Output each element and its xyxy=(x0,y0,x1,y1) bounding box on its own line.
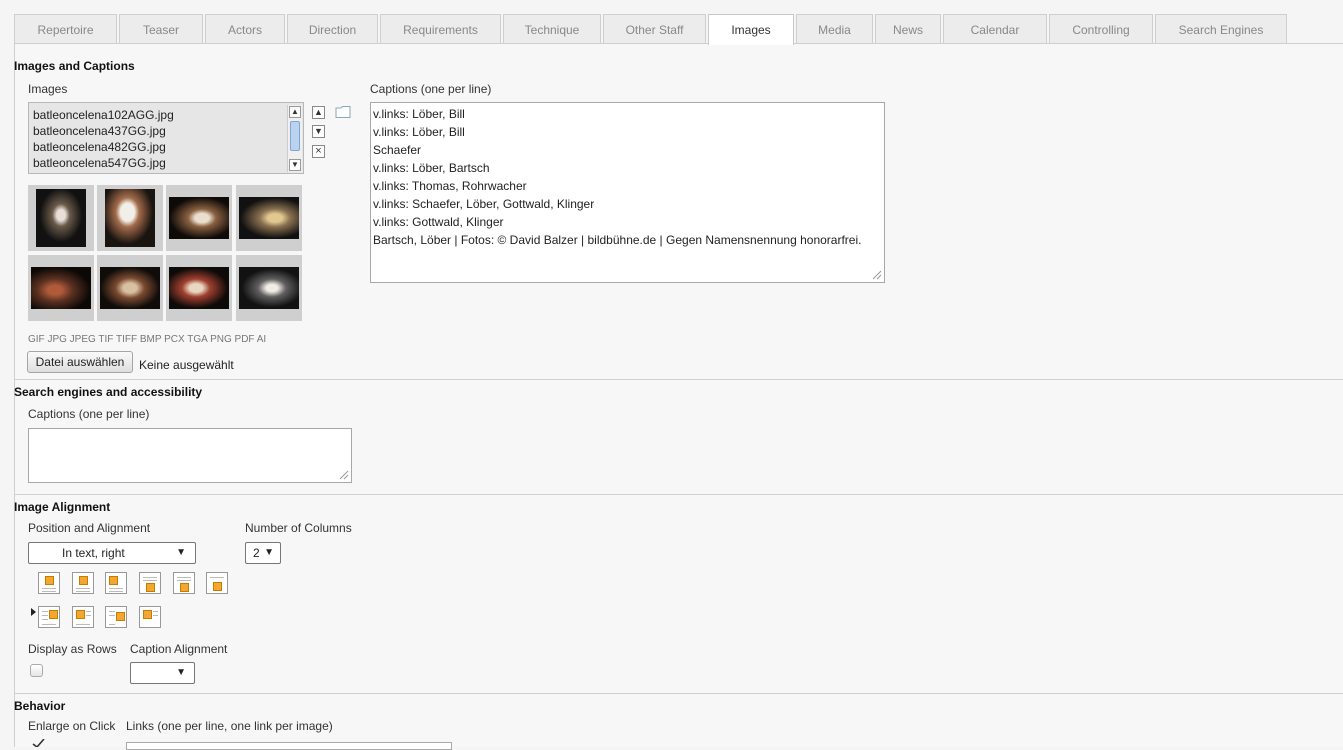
image-thumbnail[interactable] xyxy=(28,185,94,251)
image-thumbnail[interactable] xyxy=(236,255,302,321)
align-intext-right-icon[interactable] xyxy=(38,606,60,628)
caption-line: v.links: Löber, Bill xyxy=(373,107,465,121)
dropdown-arrow-icon: ▼ xyxy=(176,547,186,558)
resize-grip-icon[interactable] xyxy=(872,270,882,280)
scroll-down-arrow-icon[interactable]: ▼ xyxy=(289,159,301,171)
remove-icon[interactable]: × xyxy=(312,145,325,158)
display-rows-checkbox[interactable] xyxy=(30,664,43,677)
dropdown-arrow-icon: ▼ xyxy=(264,547,274,558)
supported-formats: GIF JPG JPEG TIF TIFF BMP PCX TGA PNG PD… xyxy=(28,334,267,345)
image-thumbnail[interactable] xyxy=(236,185,302,251)
enlarge-label: Enlarge on Click xyxy=(28,719,116,733)
tab-news[interactable]: News xyxy=(875,14,941,43)
align-below-left-icon[interactable] xyxy=(139,572,161,594)
tab-direction[interactable]: Direction xyxy=(287,14,378,43)
columns-select-value: 2 xyxy=(253,546,260,560)
choose-file-button[interactable]: Datei auswählen xyxy=(27,351,133,373)
section-title-alignment: Image Alignment xyxy=(14,500,111,514)
position-select-value: In text, right xyxy=(62,546,125,560)
tab-controlling[interactable]: Controlling xyxy=(1049,14,1153,43)
align-above-left-icon[interactable] xyxy=(38,572,60,594)
enlarge-checkmark-icon[interactable] xyxy=(32,739,46,747)
tab-repertoire[interactable]: Repertoire xyxy=(14,14,117,43)
scroll-up-arrow-icon[interactable]: ▲ xyxy=(289,106,301,118)
images-label: Images xyxy=(28,82,68,96)
no-file-selected: Keine ausgewählt xyxy=(139,358,234,372)
caption-line: Schaefer xyxy=(373,143,422,157)
tab-calendar[interactable]: Calendar xyxy=(943,14,1047,43)
scroll-thumb[interactable] xyxy=(290,121,300,151)
tab-other-staff[interactable]: Other Staff xyxy=(603,14,706,43)
caption-line: v.links: Gottwald, Klinger xyxy=(373,215,504,229)
caption-line: Bartsch, Löber | Fotos: © David Balzer |… xyxy=(373,233,862,247)
selected-indicator-icon xyxy=(31,608,36,616)
image-thumbnail[interactable] xyxy=(28,255,94,321)
tab-technique[interactable]: Technique xyxy=(503,14,601,43)
section-title-behavior: Behavior xyxy=(14,699,66,713)
tab-media[interactable]: Media xyxy=(796,14,873,43)
columns-select[interactable]: 2 ▼ xyxy=(245,542,281,564)
display-rows-label: Display as Rows xyxy=(28,642,117,656)
section-title-search: Search engines and accessibility xyxy=(14,385,203,399)
position-select[interactable]: In text, right ▼ xyxy=(28,542,196,564)
align-intext-left-nowrap-icon[interactable] xyxy=(139,606,161,628)
caption-line: v.links: Löber, Bill xyxy=(373,125,465,139)
image-thumbnail[interactable] xyxy=(166,185,232,251)
list-item[interactable]: batleoncelena437GG.jpg xyxy=(29,123,303,139)
captions-label: Captions (one per line) xyxy=(370,82,492,96)
align-below-right-icon[interactable] xyxy=(206,572,228,594)
alt-captions-textarea[interactable] xyxy=(28,428,352,483)
image-thumbnail[interactable] xyxy=(97,185,163,251)
list-item[interactable]: batleoncelena482GG.jpg xyxy=(29,139,303,155)
section-divider xyxy=(14,494,1343,495)
list-item[interactable]: batleoncelena102AGG.jpg xyxy=(29,107,303,123)
caption-line: v.links: Schaefer, Löber, Gottwald, Klin… xyxy=(373,197,595,211)
columns-label: Number of Columns xyxy=(245,521,352,535)
tab-bar: Repertoire Teaser Actors Direction Requi… xyxy=(14,14,1289,45)
folder-icon[interactable] xyxy=(335,105,352,119)
links-textarea[interactable] xyxy=(126,742,452,750)
tab-requirements[interactable]: Requirements xyxy=(380,14,501,43)
caption-line: v.links: Thomas, Rohrwacher xyxy=(373,179,527,193)
dropdown-arrow-icon: ▼ xyxy=(176,667,186,678)
links-label: Links (one per line, one link per image) xyxy=(126,719,333,733)
resize-grip-icon[interactable] xyxy=(339,470,349,480)
list-item[interactable]: batleoncelena547GG.jpg xyxy=(29,155,303,171)
align-intext-right-nowrap-icon[interactable] xyxy=(105,606,127,628)
align-above-center-icon[interactable] xyxy=(72,572,94,594)
image-file-list[interactable]: batleoncelena102AGG.jpg batleoncelena437… xyxy=(28,102,304,174)
align-above-right-icon[interactable] xyxy=(105,572,127,594)
search-captions-label: Captions (one per line) xyxy=(28,407,150,421)
image-thumbnail[interactable] xyxy=(166,255,232,321)
section-divider xyxy=(14,379,1343,380)
move-up-icon[interactable]: ▲ xyxy=(312,106,325,119)
tab-actors[interactable]: Actors xyxy=(205,14,285,43)
align-intext-left-icon[interactable] xyxy=(72,606,94,628)
move-down-icon[interactable]: ▼ xyxy=(312,125,325,138)
tab-search-engines[interactable]: Search Engines xyxy=(1155,14,1287,43)
caption-alignment-label: Caption Alignment xyxy=(130,642,228,656)
align-below-center-icon[interactable] xyxy=(173,572,195,594)
section-divider xyxy=(14,693,1343,694)
captions-textarea[interactable]: v.links: Löber, Bill v.links: Löber, Bil… xyxy=(370,102,885,283)
caption-alignment-select[interactable]: ▼ xyxy=(130,662,195,684)
image-thumbnail[interactable] xyxy=(97,255,163,321)
list-scrollbar[interactable]: ▲ ▼ xyxy=(287,105,302,172)
section-title-images: Images and Captions xyxy=(14,59,135,73)
tab-images[interactable]: Images xyxy=(708,14,794,45)
tab-teaser[interactable]: Teaser xyxy=(119,14,203,43)
position-label: Position and Alignment xyxy=(28,521,151,535)
caption-line: v.links: Löber, Bartsch xyxy=(373,161,490,175)
